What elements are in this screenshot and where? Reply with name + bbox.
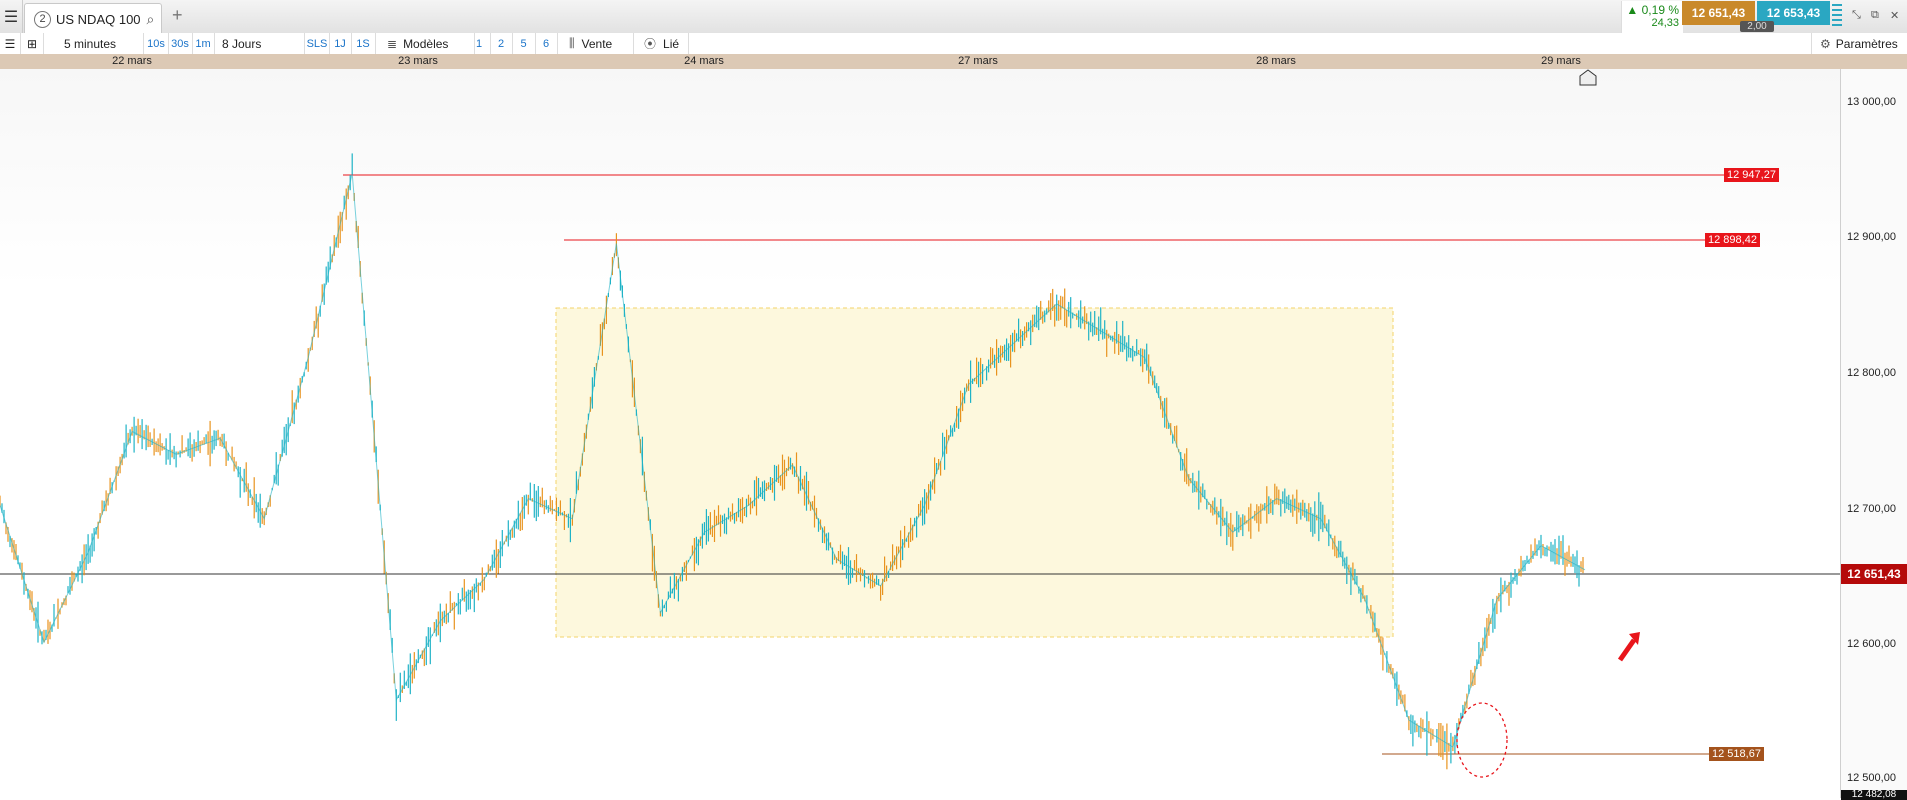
date-tick-label: 24 mars xyxy=(684,55,724,67)
price-tick-label: 12 600,00 xyxy=(1847,638,1896,650)
layout-icon[interactable]: ⊞ xyxy=(21,33,44,54)
add-tab-button[interactable]: + xyxy=(172,5,183,26)
range-1j-button[interactable]: 1J xyxy=(329,33,352,54)
current-price-tag: 12 651,43 xyxy=(1841,564,1907,584)
change-percent: ▲ 0,19 % xyxy=(1626,3,1679,17)
date-tick-label: 29 mars xyxy=(1541,55,1581,67)
settings-button[interactable]: ⚙ Paramètres xyxy=(1811,33,1907,54)
chart-plot-area[interactable]: 12 947,27 12 898,42 12 518,67 xyxy=(0,69,1840,798)
models-button[interactable]: ≣ Modèles xyxy=(375,33,475,54)
price-tick-label: 12 700,00 xyxy=(1847,503,1896,515)
preset-5-button[interactable]: 5 xyxy=(512,33,536,54)
preset-2-button[interactable]: 2 xyxy=(490,33,513,54)
collapse-icon[interactable]: ⤡ xyxy=(1852,9,1861,22)
price-tick-label: 13 000,00 xyxy=(1847,96,1896,108)
quote-change: ▲ 0,19 % 24,33 xyxy=(1621,1,1683,33)
price-tick-label: 12 800,00 xyxy=(1847,367,1896,379)
settings-label: Paramètres xyxy=(1835,36,1898,51)
interval-30s-button[interactable]: 30s xyxy=(168,33,193,54)
change-absolute: 24,33 xyxy=(1651,17,1679,29)
order-book-icon[interactable] xyxy=(1832,2,1842,30)
preset-1-button[interactable]: 1 xyxy=(468,33,491,54)
price-tick-label: 12 900,00 xyxy=(1847,231,1896,243)
link-icon: ⦿ xyxy=(644,37,657,51)
support-price-tag: 12 518,67 xyxy=(1709,747,1764,761)
range-1s-button[interactable]: 1S xyxy=(351,33,376,54)
spread-badge: 2,00 xyxy=(1740,21,1774,32)
range-box xyxy=(555,307,1394,638)
visible-low-price-tag: 12 482,08 xyxy=(1841,790,1907,800)
interval-select[interactable]: 5 minutes xyxy=(44,33,144,54)
close-icon[interactable]: ✕ xyxy=(1890,9,1899,22)
popout-icon[interactable]: ⧉ xyxy=(1871,9,1879,22)
chart-toolbar: ☰ ⊞ 5 minutes 10s 30s 1m 8 Jours SLS 1J … xyxy=(0,33,1907,55)
date-tick-label: 22 mars xyxy=(112,55,152,67)
interval-10s-button[interactable]: 10s xyxy=(144,33,169,54)
date-tick-label: 23 mars xyxy=(398,55,438,67)
list-icon[interactable]: ☰ xyxy=(0,33,21,54)
gear-icon: ⚙ xyxy=(1820,36,1831,51)
date-tick-label: 28 mars xyxy=(1256,55,1296,67)
date-tick-label: 27 mars xyxy=(958,55,998,67)
tab-number-badge: 2 xyxy=(34,10,51,28)
range-select[interactable]: 8 Jours xyxy=(214,33,305,54)
link-button[interactable]: ⦿ Lié xyxy=(634,33,689,54)
date-axis: 22 mars 23 mars 24 mars 27 mars 28 mars … xyxy=(0,54,1907,69)
candles-icon: ⫼ xyxy=(569,36,575,50)
price-chart[interactable] xyxy=(0,69,1840,798)
hamburger-icon[interactable]: ☰ xyxy=(0,0,23,33)
preset-6-button[interactable]: 6 xyxy=(535,33,558,54)
models-label: Modèles xyxy=(403,36,449,51)
search-icon[interactable]: ⌕ xyxy=(147,11,155,28)
tab-title: US NDAQ 100 xyxy=(56,11,141,27)
resistance-2-price-tag: 12 898,42 xyxy=(1705,233,1760,247)
tab-us-ndaq-100[interactable]: 2 US NDAQ 100 ⌕ xyxy=(24,3,162,34)
tab-bar: ☰ 2 US NDAQ 100 ⌕ + ▲ 0,19 % 24,33 12 65… xyxy=(0,0,1907,34)
price-tick-label: 12 500,00 xyxy=(1847,772,1896,784)
price-axis: 13 000,00 12 900,00 12 800,00 12 700,00 … xyxy=(1840,69,1907,798)
resistance-1-price-tag: 12 947,27 xyxy=(1724,168,1779,182)
sell-label: Vente xyxy=(581,36,613,51)
interval-1m-button[interactable]: 1m xyxy=(192,33,215,54)
sliders-icon: ≣ xyxy=(387,36,398,51)
sell-mode-button[interactable]: ⫼ Vente xyxy=(557,33,634,54)
home-marker-icon xyxy=(1579,69,1597,86)
linked-label: Lié xyxy=(663,36,680,51)
range-sls-button[interactable]: SLS xyxy=(305,33,330,54)
up-arrow-annotation xyxy=(1617,632,1640,662)
